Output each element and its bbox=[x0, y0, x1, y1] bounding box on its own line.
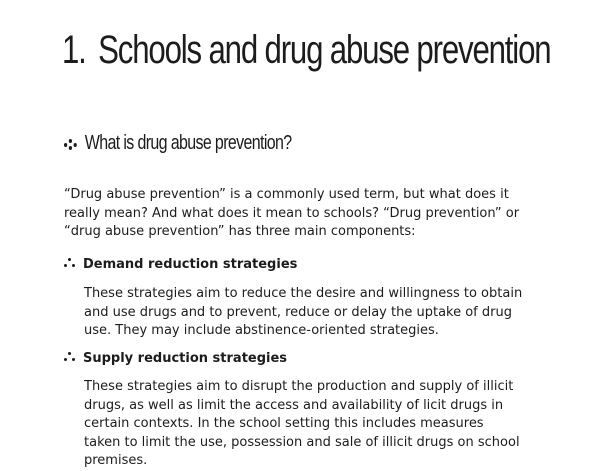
dots-icon bbox=[64, 136, 80, 150]
component-heading-text: Demand reduction strategies bbox=[83, 257, 298, 272]
section-heading: What is drug abuse prevention? bbox=[64, 132, 292, 155]
component-body-supply: These strategies aim to disrupt the prod… bbox=[84, 379, 520, 468]
section-heading-text: What is drug abuse prevention? bbox=[84, 132, 292, 154]
component-heading-supply: Supply reduction strategies bbox=[64, 350, 287, 368]
component-heading-text: Supply reduction strategies bbox=[83, 351, 288, 366]
component-heading-demand: Demand reduction strategies bbox=[64, 256, 297, 274]
chapter-title: 1. Schools and drug abuse prevention bbox=[62, 28, 552, 73]
document-page: 1. Schools and drug abuse prevention What… bbox=[0, 0, 603, 468]
intro-paragraph: “Drug abuse prevention” is a commonly us… bbox=[64, 187, 520, 239]
bullet-dots-icon bbox=[64, 257, 76, 269]
bullet-dots-icon bbox=[64, 351, 76, 363]
chapter-title-text: Schools and drug abuse prevention bbox=[98, 28, 551, 72]
chapter-number: 1. bbox=[62, 28, 87, 72]
component-body-demand: These strategies aim to reduce the desir… bbox=[84, 286, 523, 338]
